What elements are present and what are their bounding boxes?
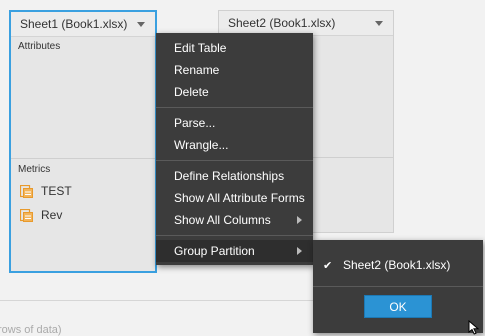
metric-icon [19, 184, 33, 198]
submenu-arrow-icon [297, 216, 302, 224]
menu-separator [156, 160, 313, 161]
context-menu: Edit Table Rename Delete Parse... Wrangl… [156, 33, 313, 265]
menu-item-wrangle[interactable]: Wrangle... [156, 134, 313, 156]
menu-item-delete[interactable]: Delete [156, 81, 313, 103]
canvas-bottom-divider [0, 300, 318, 301]
rows-of-data-text: rows of data) [0, 324, 62, 336]
sheet1-card[interactable]: Sheet1 (Book1.xlsx) Attributes Metrics T… [9, 10, 157, 273]
chevron-down-icon[interactable] [137, 22, 145, 27]
attributes-section-label: Attributes [18, 41, 61, 52]
menu-item-show-all-columns[interactable]: Show All Columns [156, 209, 313, 231]
sheet1-header[interactable]: Sheet1 (Book1.xlsx) [11, 12, 155, 37]
metric-item-test[interactable]: TEST [11, 179, 155, 203]
menu-item-label: Show All Columns [174, 213, 271, 227]
metric-label: TEST [41, 184, 72, 198]
mouse-cursor-icon [468, 320, 480, 335]
ok-button[interactable]: OK [364, 295, 432, 318]
menu-separator [156, 235, 313, 236]
submenu-option-label: Sheet2 (Book1.xlsx) [343, 258, 451, 272]
menu-item-rename[interactable]: Rename [156, 59, 313, 81]
section-divider [11, 158, 155, 159]
chevron-down-icon[interactable] [375, 21, 383, 26]
menu-separator [156, 107, 313, 108]
menu-item-define-relationships[interactable]: Define Relationships [156, 165, 313, 187]
metric-item-rev[interactable]: Rev [11, 203, 155, 227]
menu-item-show-all-attribute-forms[interactable]: Show All Attribute Forms [156, 187, 313, 209]
menu-item-edit-table[interactable]: Edit Table [156, 37, 313, 59]
metric-label: Rev [41, 208, 63, 222]
sheet2-title: Sheet2 (Book1.xlsx) [228, 16, 336, 30]
submenu-arrow-icon [297, 247, 302, 255]
menu-item-group-partition[interactable]: Group Partition [156, 240, 313, 262]
menu-item-label: Group Partition [174, 244, 255, 258]
menu-item-parse[interactable]: Parse... [156, 112, 313, 134]
submenu-separator [313, 286, 483, 287]
group-partition-submenu: ✔ Sheet2 (Book1.xlsx) OK [313, 240, 483, 333]
sheet1-title: Sheet1 (Book1.xlsx) [20, 17, 128, 31]
metric-icon [19, 208, 33, 222]
metrics-section-label: Metrics [18, 164, 51, 175]
submenu-option-sheet2[interactable]: ✔ Sheet2 (Book1.xlsx) [313, 253, 483, 277]
checkmark-icon[interactable]: ✔ [323, 259, 335, 272]
